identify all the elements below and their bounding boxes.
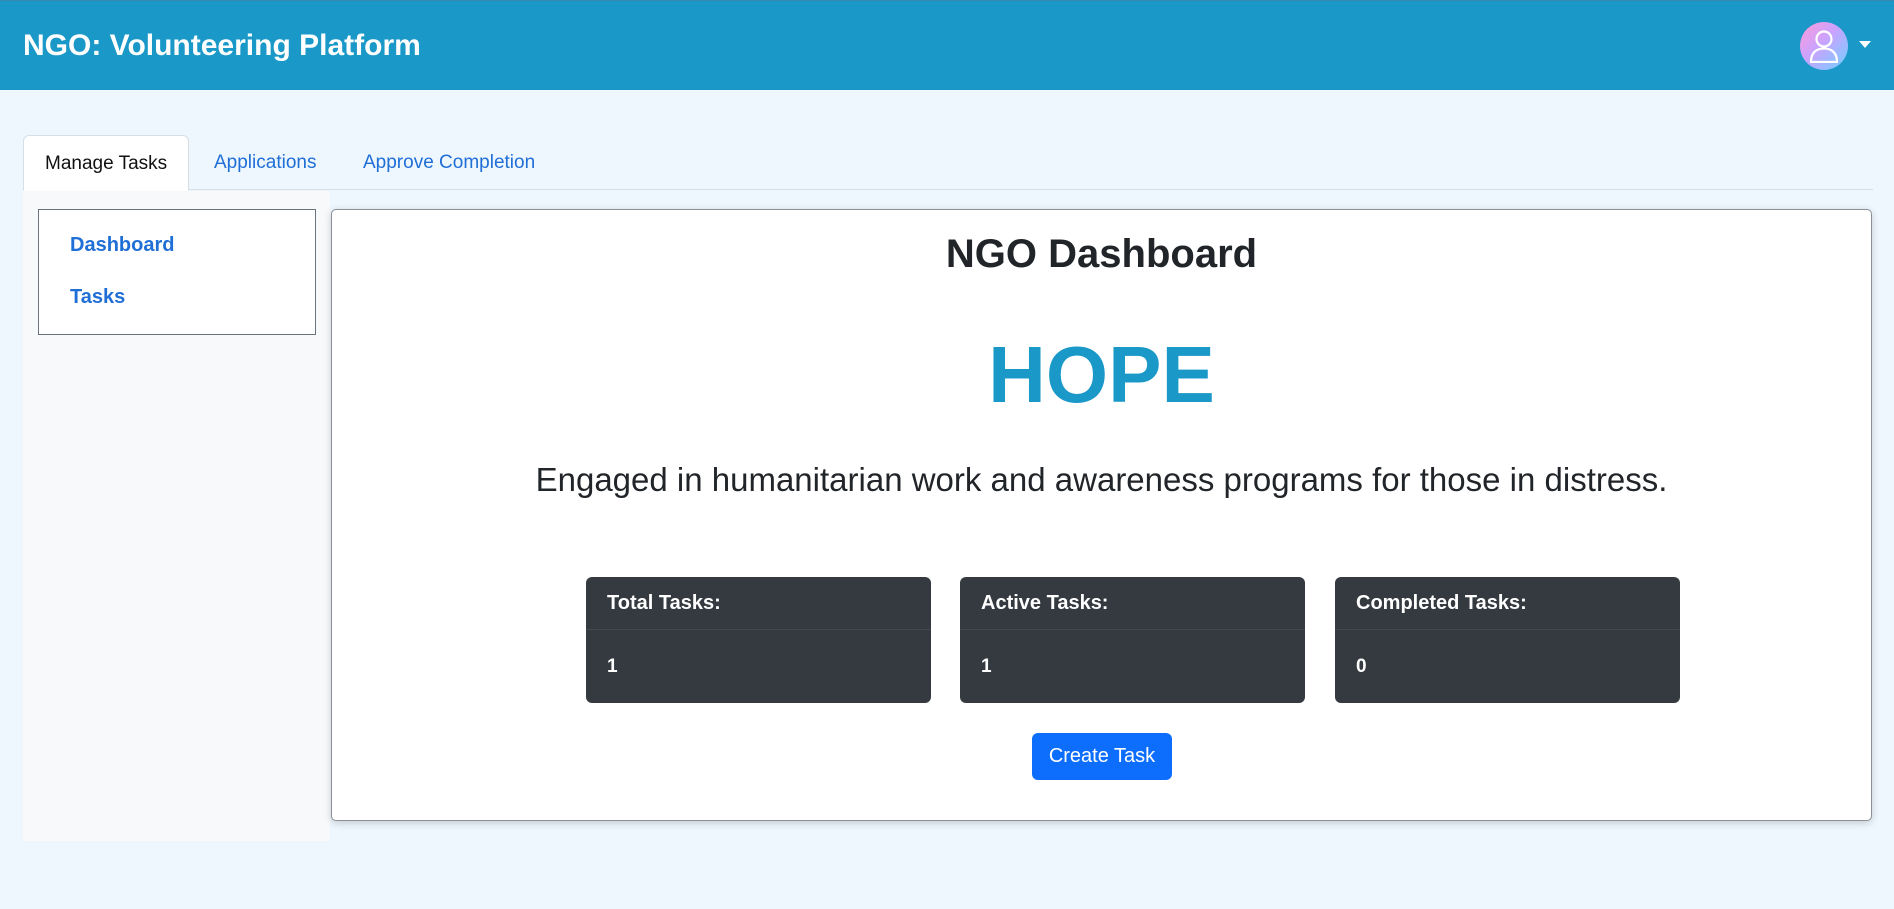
tab-applications[interactable]: Applications <box>193 135 337 190</box>
sidebar: Dashboard Tasks <box>23 191 330 841</box>
app-title: NGO: Volunteering Platform <box>23 29 421 62</box>
user-avatar-icon[interactable] <box>1800 22 1848 70</box>
page-title: NGO Dashboard <box>945 232 1258 276</box>
organization-description: Engaged in humanitarian work and awarene… <box>535 461 1668 498</box>
caret-down-icon[interactable] <box>1859 41 1871 48</box>
create-task-button[interactable]: Create Task <box>1032 733 1172 780</box>
tab-approve-completion[interactable]: Approve Completion <box>342 135 556 190</box>
stat-value: 0 <box>1356 656 1367 677</box>
stat-card-completed-tasks: Completed Tasks: 0 <box>1335 577 1680 703</box>
organization-name: HOPE <box>988 330 1215 419</box>
stat-label: Total Tasks: <box>586 577 931 630</box>
sidebar-item-tasks[interactable]: Tasks <box>70 284 125 310</box>
stat-value: 1 <box>607 656 618 677</box>
tab-bar: Manage Tasks Applications Approve Comple… <box>23 135 1873 191</box>
stat-label: Completed Tasks: <box>1335 577 1680 630</box>
sidebar-item-dashboard[interactable]: Dashboard <box>70 232 174 258</box>
stat-label: Active Tasks: <box>960 577 1305 630</box>
top-navbar: NGO: Volunteering Platform <box>0 0 1894 90</box>
dashboard-card: NGO Dashboard HOPE Engaged in humanitari… <box>331 209 1872 821</box>
tab-manage-tasks[interactable]: Manage Tasks <box>23 135 190 191</box>
stat-value: 1 <box>981 656 992 677</box>
stat-card-total-tasks: Total Tasks: 1 <box>586 577 931 703</box>
sidebar-nav: Dashboard Tasks <box>38 209 316 335</box>
stat-card-active-tasks: Active Tasks: 1 <box>960 577 1305 703</box>
